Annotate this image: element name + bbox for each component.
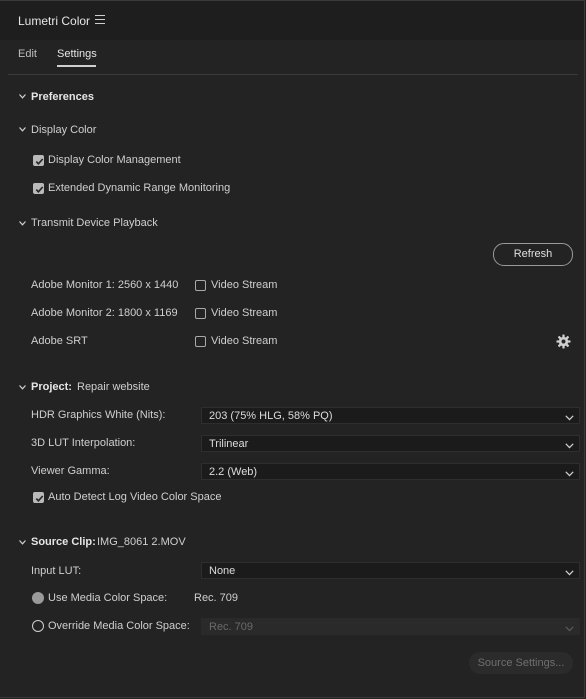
project-name: Repair website [77,381,150,393]
hdr-graphics-white-dropdown[interactable]: 203 (75% HLG, 58% PQ) [201,407,580,424]
video-stream-checkbox[interactable] [195,308,206,319]
display-color-chevron-down-icon[interactable] [19,127,26,134]
dropdown-value: Rec. 709 [209,621,254,633]
lut-interpolation-label: 3D LUT Interpolation: [31,437,136,449]
gear-icon[interactable] [556,334,571,352]
panel-title: Lumetri Color [18,14,91,28]
device-name: Adobe SRT [31,335,88,347]
dropdown-value: 2.2 (Web) [209,466,258,478]
hdr-graphics-white-label: HDR Graphics White (Nits): [31,409,166,421]
chevron-down-icon [565,567,574,576]
video-stream-label: Video Stream [211,335,278,347]
device-name: Adobe Monitor 2: 1800 x 1169 [31,307,178,319]
panel-titlebar: Lumetri Color [0,0,586,40]
use-media-color-space-radio[interactable] [32,592,44,604]
extended-dynamic-range-label: Extended Dynamic Range Monitoring [48,182,231,194]
chevron-down-icon [565,468,574,477]
source-clip-name: IMG_8061 2.MOV [97,536,186,548]
project-heading[interactable]: Project: [31,381,72,393]
preferences-chevron-down-icon[interactable] [19,94,26,101]
extended-dynamic-range-checkbox[interactable] [33,183,44,194]
use-media-color-space-value: Rec. 709 [194,592,239,604]
lumetri-color-panel: Lumetri Color Edit Settings Preferences … [0,0,586,699]
source-clip-heading[interactable]: Source Clip: [31,536,96,548]
device-name: Adobe Monitor 1: 2560 x 1440 [31,279,179,291]
source-settings-button[interactable]: Source Settings... [469,652,573,674]
lut-interpolation-dropdown[interactable]: Trilinear [201,435,580,452]
input-lut-dropdown[interactable]: None [201,562,580,579]
video-stream-checkbox[interactable] [195,336,206,347]
video-stream-label: Video Stream [211,279,278,291]
input-lut-label: Input LUT: [31,565,82,577]
auto-detect-log-label: Auto Detect Log Video Color Space [48,491,222,503]
dropdown-value: 203 (75% HLG, 58% PQ) [209,410,333,422]
preferences-heading[interactable]: Preferences [31,91,94,103]
chevron-down-icon [565,412,574,421]
display-color-management-checkbox[interactable] [33,155,44,166]
transmit-heading[interactable]: Transmit Device Playback [31,217,158,229]
settings-body: Preferences Display Color Display Color … [8,75,580,699]
override-media-color-space-dropdown: Rec. 709 [201,618,580,635]
display-color-management-label: Display Color Management [48,154,181,166]
panel-menu-icon[interactable] [95,15,105,24]
override-media-color-space-radio[interactable] [32,620,44,632]
refresh-button[interactable]: Refresh [493,243,573,266]
source-clip-chevron-down-icon[interactable] [19,540,26,547]
viewer-gamma-dropdown[interactable]: 2.2 (Web) [201,463,580,480]
override-media-color-space-label: Override Media Color Space: [48,620,190,632]
tab-settings[interactable]: Settings [57,48,97,60]
active-tab-indicator [57,65,96,67]
video-stream-label: Video Stream [211,307,278,319]
video-stream-checkbox[interactable] [195,280,206,291]
dropdown-value: Trilinear [209,438,249,450]
transmit-chevron-down-icon[interactable] [19,221,26,228]
chevron-down-icon [565,440,574,449]
viewer-gamma-label: Viewer Gamma: [31,465,110,477]
chevron-down-icon [565,623,574,632]
dropdown-value: None [209,565,236,577]
auto-detect-log-checkbox[interactable] [33,492,44,503]
use-media-color-space-label: Use Media Color Space: [48,592,168,604]
tab-edit[interactable]: Edit [18,48,37,60]
project-chevron-down-icon[interactable] [19,385,26,392]
display-color-heading[interactable]: Display Color [31,124,96,136]
